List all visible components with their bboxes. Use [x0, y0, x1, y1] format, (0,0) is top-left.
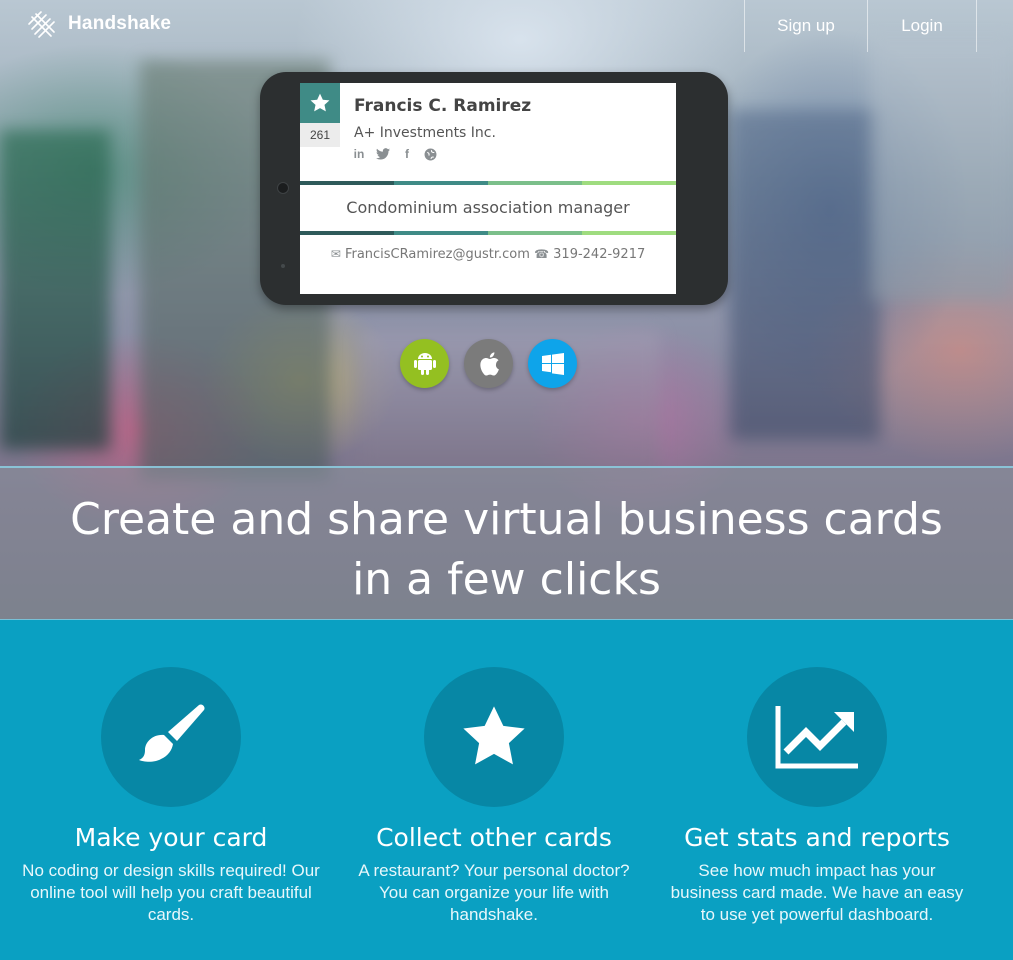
- card-color-stripe: [300, 231, 676, 235]
- linkedin-icon[interactable]: in: [352, 147, 366, 161]
- windows-button[interactable]: [528, 339, 577, 388]
- headline-line-1: Create and share virtual business cards: [70, 494, 943, 545]
- phone-camera: [277, 182, 289, 194]
- feature-description: A restaurant? Your personal doctor? You …: [358, 861, 630, 924]
- background-building: [0, 130, 110, 450]
- hero-section: Handshake Sign up Login 261 Francis C. R…: [0, 0, 1013, 620]
- hero-headline: Create and share virtual business cards …: [0, 490, 1013, 610]
- chart-up-icon: [775, 706, 858, 769]
- card-color-stripe: [300, 181, 676, 185]
- android-icon: [413, 352, 436, 375]
- phone-mockup: 261 Francis C. Ramirez A+ Investments In…: [260, 72, 728, 305]
- envelope-icon: ✉: [330, 247, 341, 261]
- paintbrush-icon: [139, 704, 205, 762]
- background-building: [730, 110, 880, 440]
- feature-stats-reports: Get stats and reports See how much impac…: [657, 667, 977, 926]
- platform-icons: [400, 339, 577, 388]
- logo[interactable]: Handshake: [26, 8, 171, 40]
- feature-make-card: Make your card No coding or design skill…: [11, 667, 331, 926]
- card-contact-line: ✉ FrancisCRamirez@gustr.com ☎ 319-242-92…: [300, 247, 676, 262]
- apple-button[interactable]: [464, 339, 513, 388]
- top-bar: Handshake Sign up Login: [0, 0, 1013, 52]
- handshake-logo-icon: [28, 11, 55, 38]
- card-social-links: in f: [352, 147, 437, 161]
- phone-icon: ☎: [534, 247, 550, 261]
- card-person-name: Francis C. Ramirez: [354, 96, 532, 116]
- feature-description: See how much impact has your business ca…: [670, 861, 964, 924]
- star-icon: [463, 706, 525, 765]
- headline-band: Create and share virtual business cards …: [0, 466, 1013, 620]
- facebook-icon[interactable]: f: [400, 147, 414, 161]
- features-section: Make your card No coding or design skill…: [0, 621, 1013, 960]
- brand-name: Handshake: [68, 13, 172, 34]
- signup-link[interactable]: Sign up: [744, 0, 867, 52]
- business-card-preview: 261 Francis C. Ramirez A+ Investments In…: [300, 83, 676, 294]
- star-icon: [310, 93, 330, 112]
- feature-title: Get stats and reports: [684, 823, 950, 852]
- twitter-icon[interactable]: [376, 148, 390, 160]
- globe-icon[interactable]: [424, 148, 437, 161]
- feature-icon-circle: [747, 667, 887, 807]
- windows-icon: [541, 352, 564, 375]
- card-company: A+ Investments Inc.: [354, 125, 496, 141]
- card-job-title: Condominium association manager: [346, 198, 630, 217]
- headline-line-2: in a few clicks: [352, 554, 661, 605]
- top-nav: Sign up Login: [744, 0, 977, 52]
- feature-icon-circle: [101, 667, 241, 807]
- card-phone[interactable]: 319-242-9217: [553, 247, 645, 262]
- phone-sensor: [281, 264, 285, 268]
- favorite-count: 261: [300, 123, 340, 147]
- feature-title: Make your card: [74, 823, 268, 852]
- feature-description: No coding or design skills required! Our…: [22, 861, 320, 924]
- favorite-star-badge: [300, 83, 340, 123]
- login-link[interactable]: Login: [867, 0, 977, 52]
- feature-title: Collect other cards: [376, 823, 612, 852]
- android-button[interactable]: [400, 339, 449, 388]
- card-email[interactable]: FrancisCRamirez@gustr.com: [345, 247, 530, 262]
- feature-icon-circle: [424, 667, 564, 807]
- apple-icon: [479, 351, 499, 376]
- feature-collect-cards: Collect other cards A restaurant? Your p…: [334, 667, 654, 926]
- background-building: [870, 40, 1010, 300]
